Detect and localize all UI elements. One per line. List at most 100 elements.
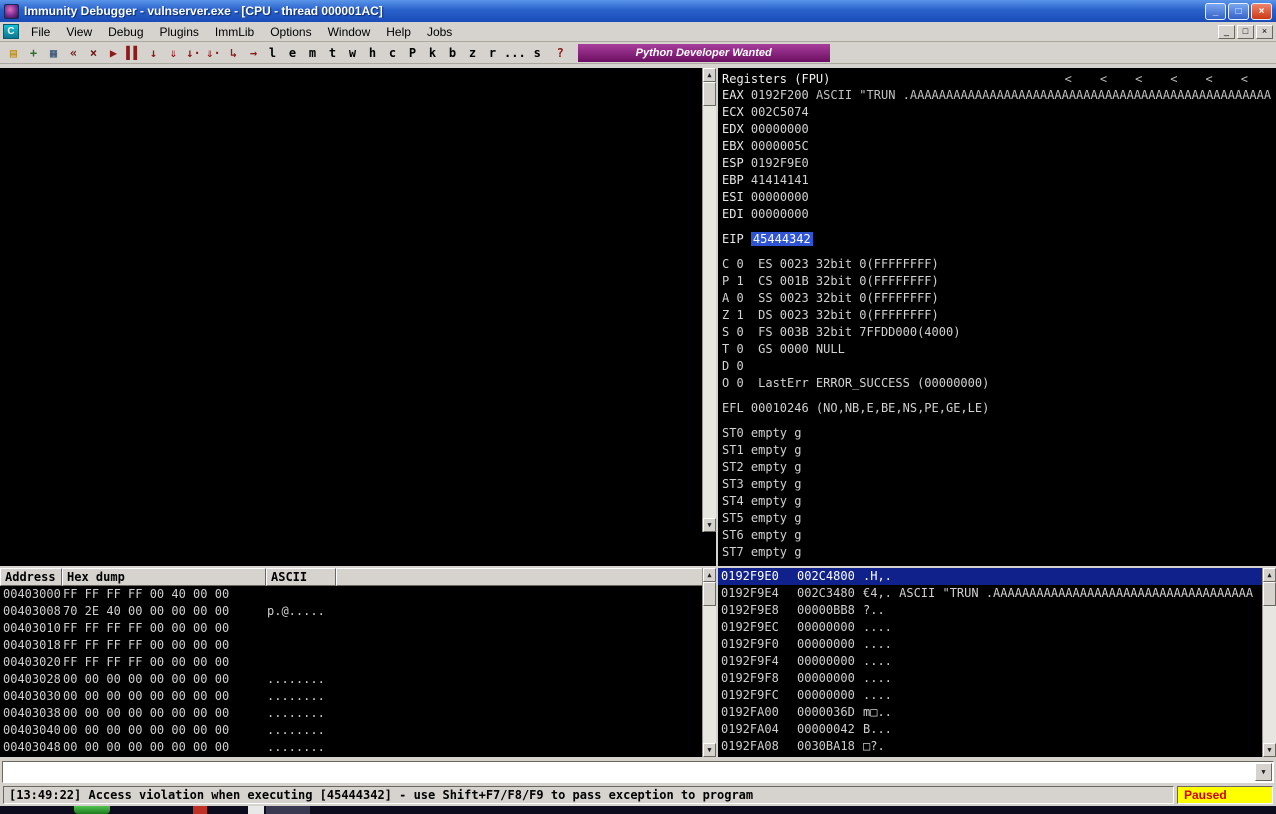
toolbar-letter-button[interactable]: l bbox=[263, 44, 282, 62]
scroll-thumb[interactable] bbox=[703, 82, 716, 106]
toolbar-letter-button[interactable]: P bbox=[403, 44, 422, 62]
fpu-register-row[interactable]: ST5 empty g bbox=[722, 510, 1276, 527]
stack-row[interactable]: 0192F9E4 002C3480 €4,. ASCII "TRUN .AAAAAA… bbox=[718, 585, 1262, 602]
register-row[interactable]: ECX 002C5074 bbox=[722, 104, 1276, 121]
scroll-up-icon[interactable]: ▲ bbox=[703, 568, 716, 582]
toolbar-letter-button[interactable]: w bbox=[343, 44, 362, 62]
hex-row[interactable]: 00403008 70 2E 40 00 00 00 00 00 p.@..... bbox=[0, 603, 702, 620]
toolbar-letter-button[interactable]: z bbox=[463, 44, 482, 62]
toolbar-letter-button[interactable]: h bbox=[363, 44, 382, 62]
hex-row[interactable]: 00403010 FF FF FF FF 00 00 00 00 bbox=[0, 620, 702, 637]
efl-row[interactable]: EFL 00010246 (NO,NB,E,BE,NS,PE,GE,LE) bbox=[722, 400, 1276, 417]
scroll-up-icon[interactable]: ▲ bbox=[1263, 568, 1276, 582]
start-button-fragment[interactable] bbox=[74, 806, 110, 814]
register-row[interactable]: EDI 00000000 bbox=[722, 206, 1276, 223]
command-input[interactable]: ▼ bbox=[2, 761, 1274, 783]
flag-row[interactable]: A 0 SS 0023 32bit 0(FFFFFFFF) bbox=[722, 290, 1276, 307]
hex-row[interactable]: 00403018 FF FF FF FF 00 00 00 00 bbox=[0, 637, 702, 654]
menu-item[interactable]: Plugins bbox=[152, 23, 207, 41]
toolbar-icon-button[interactable]: « bbox=[64, 44, 83, 62]
toolbar-icon-button[interactable]: ▤ bbox=[4, 44, 23, 62]
flag-row[interactable]: S 0 FS 003B 32bit 7FFDD000(4000) bbox=[722, 324, 1276, 341]
scroll-up-icon[interactable]: ▲ bbox=[703, 68, 716, 82]
register-row[interactable]: EDX 00000000 bbox=[722, 121, 1276, 138]
stack-row[interactable]: 0192F9FC 00000000.... bbox=[718, 687, 1262, 704]
close-button[interactable]: × bbox=[1251, 2, 1272, 20]
minimize-button[interactable]: _ bbox=[1205, 2, 1226, 20]
scroll-down-icon[interactable]: ▼ bbox=[1263, 743, 1276, 757]
stack-row[interactable]: 0192F9E8 00000BB8?.. bbox=[718, 602, 1262, 619]
registers-pane[interactable]: Registers (FPU) < < < < < < EAX 0192F200 ASCI… bbox=[718, 68, 1276, 566]
python-developer-banner[interactable]: Python Developer Wanted bbox=[577, 44, 830, 62]
hex-dump-pane[interactable]: Address Hex dump ASCII 00403000 FF FF FF … bbox=[0, 568, 716, 757]
flag-row[interactable]: P 1 CS 001B 32bit 0(FFFFFFFF) bbox=[722, 273, 1276, 290]
column-header-address[interactable]: Address bbox=[0, 568, 62, 586]
hex-row[interactable]: 00403000 FF FF FF FF 00 40 00 00 bbox=[0, 586, 702, 603]
fpu-register-row[interactable]: ST4 empty g bbox=[722, 493, 1276, 510]
stack-row[interactable]: 0192F9F0 00000000.... bbox=[718, 636, 1262, 653]
toolbar-icon-button[interactable]: ⇓· bbox=[204, 44, 223, 62]
hex-pane-scrollbar[interactable]: ▲ ▼ bbox=[702, 568, 716, 757]
toolbar-icon-button[interactable]: ↓· bbox=[184, 44, 203, 62]
toolbar-letter-button[interactable]: t bbox=[323, 44, 342, 62]
hex-row[interactable]: 00403020 FF FF FF FF 00 00 00 00 bbox=[0, 654, 702, 671]
stack-row[interactable]: 0192F9F4 00000000.... bbox=[718, 653, 1262, 670]
stack-pane[interactable]: 0192F9E0 002C4800 .H,. 0192F9E4 002C3480 €4,… bbox=[718, 568, 1276, 757]
menu-item[interactable]: Debug bbox=[100, 23, 151, 41]
collapse-arrow-icon[interactable]: < bbox=[1241, 72, 1248, 86]
toolbar-letter-button[interactable]: s bbox=[528, 44, 547, 62]
menu-item[interactable]: View bbox=[58, 23, 100, 41]
flag-row[interactable]: T 0 GS 0000 NULL bbox=[722, 341, 1276, 358]
collapse-arrow-icon[interactable]: < bbox=[1100, 72, 1107, 86]
toolbar-letter-button[interactable]: m bbox=[303, 44, 322, 62]
toolbar-icon-button[interactable]: ▶ bbox=[104, 44, 123, 62]
register-row[interactable]: EAX 0192F200 ASCII "TRUN .AAAAAAAAAAAAAA… bbox=[722, 87, 1276, 104]
toolbar-icon-button[interactable]: × bbox=[84, 44, 103, 62]
column-header-ascii[interactable]: ASCII bbox=[266, 568, 336, 586]
toolbar-icon-button[interactable]: ↓ bbox=[144, 44, 163, 62]
fpu-register-row[interactable]: ST6 empty g bbox=[722, 527, 1276, 544]
register-row[interactable]: ESP 0192F9E0 bbox=[722, 155, 1276, 172]
menu-item[interactable]: ImmLib bbox=[207, 23, 262, 41]
toolbar-letter-button[interactable]: r bbox=[483, 44, 502, 62]
flag-row[interactable]: C 0 ES 0023 32bit 0(FFFFFFFF) bbox=[722, 256, 1276, 273]
hex-row[interactable]: 00403038 00 00 00 00 00 00 00 00........ bbox=[0, 705, 702, 722]
collapse-arrow-icon[interactable]: < bbox=[1206, 72, 1213, 86]
menu-item[interactable]: Help bbox=[378, 23, 419, 41]
stack-row[interactable]: 0192FA04 00000042 B... bbox=[718, 721, 1262, 738]
toolbar-icon-button[interactable]: ▌▌ bbox=[124, 44, 143, 62]
menu-item[interactable]: Jobs bbox=[419, 23, 460, 41]
menu-item[interactable]: Options bbox=[262, 23, 319, 41]
collapse-arrow-icon[interactable]: < bbox=[1065, 72, 1072, 86]
collapse-arrow-icon[interactable]: < bbox=[1135, 72, 1142, 86]
stack-row[interactable]: 0192FA00 0000036D m□.. bbox=[718, 704, 1262, 721]
toolbar-letter-button[interactable]: k bbox=[423, 44, 442, 62]
register-row[interactable]: EBX 0000005C bbox=[722, 138, 1276, 155]
toolbar-letter-button[interactable]: e bbox=[283, 44, 302, 62]
cpu-disassembly-pane[interactable]: ▲ ▼ bbox=[0, 68, 716, 566]
fpu-register-row[interactable]: ST0 empty g bbox=[722, 425, 1276, 442]
menu-item[interactable]: File bbox=[23, 23, 58, 41]
cpu-child-window-icon[interactable]: C bbox=[3, 24, 19, 39]
collapse-arrow-icon[interactable]: < bbox=[1170, 72, 1177, 86]
flag-row[interactable]: D 0 bbox=[722, 358, 1276, 375]
help-button[interactable]: ? bbox=[551, 44, 570, 62]
mdi-close-button[interactable]: × bbox=[1256, 24, 1273, 39]
stack-row[interactable]: 0192F9E0 002C4800 .H,. bbox=[718, 568, 1262, 585]
toolbar-letter-button[interactable]: b bbox=[443, 44, 462, 62]
stack-row[interactable]: 0192F9F8 00000000.... bbox=[718, 670, 1262, 687]
toolbar-icon-button[interactable]: → bbox=[244, 44, 263, 62]
fpu-register-row[interactable]: ST3 empty g bbox=[722, 476, 1276, 493]
hex-row[interactable]: 00403040 00 00 00 00 00 00 00 00........ bbox=[0, 722, 702, 739]
cpu-pane-scrollbar[interactable]: ▲ ▼ bbox=[702, 68, 716, 532]
toolbar-icon-button[interactable]: ↳ bbox=[224, 44, 243, 62]
toolbar-letter-button[interactable]: c bbox=[383, 44, 402, 62]
scroll-down-icon[interactable]: ▼ bbox=[703, 518, 716, 532]
mdi-restore-button[interactable]: □ bbox=[1237, 24, 1254, 39]
hex-row[interactable]: 00403028 00 00 00 00 00 00 00 00........ bbox=[0, 671, 702, 688]
stack-row[interactable]: 0192FA08 0030BA18 □?. bbox=[718, 738, 1262, 755]
toolbar-icon-button[interactable]: ▦ bbox=[44, 44, 63, 62]
flag-row[interactable]: O 0 LastErr ERROR_SUCCESS (00000000) bbox=[722, 375, 1276, 392]
toolbar-icon-button[interactable]: ⇓ bbox=[164, 44, 183, 62]
menu-item[interactable]: Window bbox=[320, 23, 379, 41]
